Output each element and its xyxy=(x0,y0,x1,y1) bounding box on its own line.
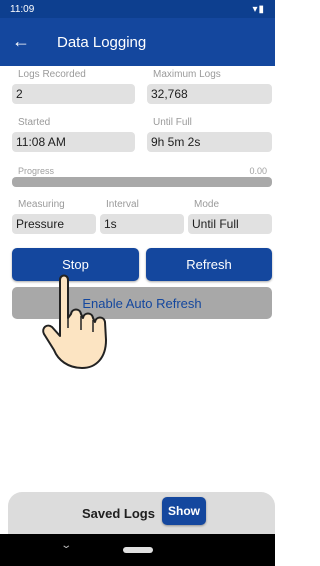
status-bar: 11:09 ▾▮ xyxy=(0,0,275,18)
progress-label: Progress xyxy=(18,166,55,176)
measuring-value: Pressure xyxy=(12,214,96,234)
logs-recorded-label: Logs Recorded xyxy=(18,69,86,80)
started-value: 11:08 AM xyxy=(12,132,135,152)
home-pill-icon[interactable] xyxy=(123,547,153,553)
refresh-button[interactable]: Refresh xyxy=(146,248,272,281)
status-indicators: ▾▮ xyxy=(252,4,265,15)
measuring-label: Measuring xyxy=(18,199,65,210)
back-arrow-icon[interactable]: ← xyxy=(12,30,30,52)
app-bar: ← Data Logging xyxy=(0,18,275,66)
progress-value: 0.00 xyxy=(249,166,267,176)
logs-recorded-value: 2 xyxy=(12,84,135,104)
show-saved-logs-button[interactable]: Show xyxy=(162,497,206,525)
until-full-label: Until Full xyxy=(153,117,192,128)
until-full-value: 9h 5m 2s xyxy=(147,132,272,152)
maximum-logs-label: Maximum Logs xyxy=(153,69,221,80)
interval-label: Interval xyxy=(106,199,139,210)
status-time: 11:09 xyxy=(10,4,35,15)
saved-logs-panel: Saved Logs Show xyxy=(8,492,275,534)
nav-back-chevron-icon[interactable]: ⌄ xyxy=(60,540,72,551)
mode-value: Until Full xyxy=(188,214,272,234)
mode-label: Mode xyxy=(194,199,220,210)
tap-hand-icon xyxy=(42,274,107,369)
started-label: Started xyxy=(18,117,51,128)
system-nav-bar: ⌄ xyxy=(0,534,275,566)
page-title: Data Logging xyxy=(57,34,147,51)
maximum-logs-value: 32,768 xyxy=(147,84,272,104)
interval-value: 1s xyxy=(100,214,184,234)
saved-logs-label: Saved Logs xyxy=(82,506,155,521)
progress-bar xyxy=(12,177,272,187)
